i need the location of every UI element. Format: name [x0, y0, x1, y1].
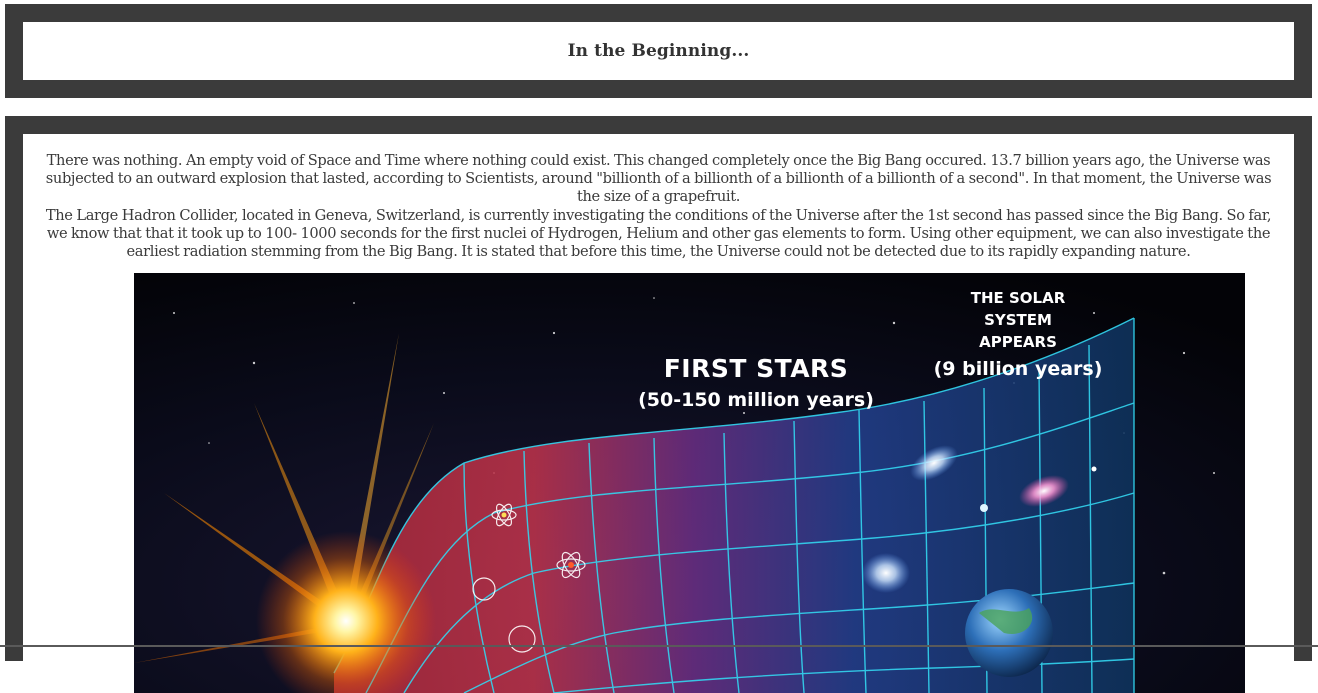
solar-system-label-line1: THE SOLAR: [971, 289, 1066, 307]
universe-timeline-image: FIRST STARS (50-150 million years) THE S…: [134, 273, 1245, 693]
page-title: In the Beginning...: [568, 41, 750, 61]
solar-system-time: (9 billion years): [934, 358, 1103, 380]
paragraph-lhc: The Large Hadron Collider, located in Ge…: [41, 207, 1276, 262]
content-box: There was nothing. An empty void of Spac…: [23, 134, 1294, 661]
solar-system-label-line3: APPEARS: [979, 333, 1057, 351]
intro-text: There was nothing. An empty void of Spac…: [41, 152, 1276, 261]
first-stars-label: FIRST STARS: [664, 354, 849, 383]
content-panel: There was nothing. An empty void of Spac…: [5, 116, 1312, 661]
solar-system-label-line2: SYSTEM: [984, 311, 1052, 329]
first-stars-time: (50-150 million years): [638, 389, 874, 411]
header-panel: In the Beginning...: [5, 4, 1312, 98]
paragraph-big-bang: There was nothing. An empty void of Spac…: [41, 152, 1276, 207]
header-box: In the Beginning...: [23, 22, 1294, 80]
